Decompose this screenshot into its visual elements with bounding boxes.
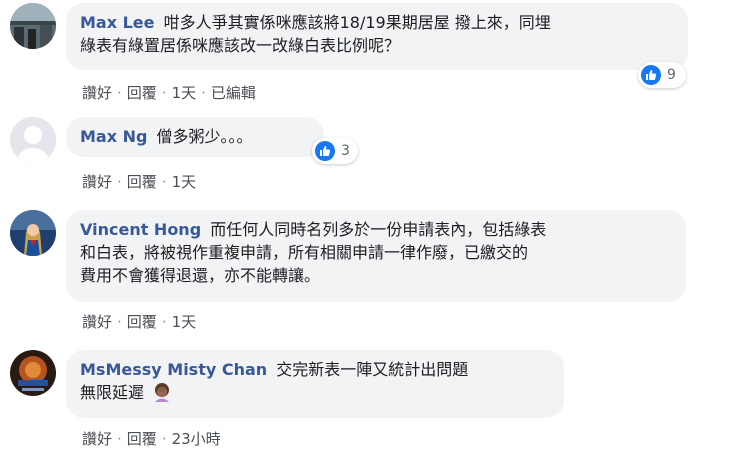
timestamp[interactable]: 1天	[172, 173, 197, 191]
avatar[interactable]	[10, 3, 56, 49]
reply-link[interactable]: 回覆	[127, 430, 157, 448]
reaction-count[interactable]: 9	[638, 62, 686, 88]
separator: ·	[161, 173, 167, 191]
comment-text: 綠表有綠置居係咪應該改一改綠白表比例呢？	[80, 36, 401, 55]
reply-link[interactable]: 回覆	[127, 313, 157, 331]
like-link[interactable]: 讚好	[82, 84, 112, 102]
reaction-number: 3	[341, 143, 350, 159]
comment-actions: 讚好 · 回覆 · 23小時	[82, 428, 221, 449]
comment-text: 僧多粥少。。。	[156, 127, 253, 146]
comment: Vincent Hong 而任何人同時名列多於一份申請表內，包括綠表 和白表，將…	[0, 210, 737, 335]
separator: ·	[117, 430, 122, 448]
comment-bubble: MsMessy Misty Chan 交完新表一陣又統計出問題 無限延遲	[66, 350, 564, 418]
timestamp[interactable]: 1天	[172, 313, 197, 331]
reaction-number: 9	[667, 67, 676, 83]
comment-text: 而任何人同時名列多於一份申請表內，包括綠表	[210, 220, 547, 239]
comment-author[interactable]: Vincent Hong	[80, 220, 201, 239]
like-icon	[315, 141, 335, 161]
separator: ·	[117, 173, 122, 191]
avatar[interactable]	[10, 117, 56, 163]
separator: ·	[201, 84, 206, 102]
comment-text: 和白表，將被視作重複申請，所有相關申請一律作廢，已繳交的	[80, 243, 529, 262]
separator: ·	[117, 84, 122, 102]
like-link[interactable]: 讚好	[82, 173, 112, 191]
like-link[interactable]: 讚好	[82, 430, 112, 448]
comment-actions: 讚好 · 回覆 · 1天 · 已編輯	[82, 82, 256, 103]
reply-link[interactable]: 回覆	[127, 173, 157, 191]
avatar[interactable]	[10, 210, 56, 256]
comment-actions: 讚好 · 回覆 · 1天	[82, 311, 196, 332]
timestamp[interactable]: 23小時	[172, 430, 221, 448]
separator: ·	[161, 84, 167, 102]
timestamp[interactable]: 1天	[172, 84, 197, 102]
default-avatar-icon	[10, 117, 56, 163]
comment-actions: 讚好 · 回覆 · 1天	[82, 171, 196, 192]
avatar[interactable]	[10, 350, 56, 396]
separator: ·	[161, 313, 167, 331]
like-link[interactable]: 讚好	[82, 313, 112, 331]
comment-author[interactable]: Max Ng	[80, 127, 147, 146]
comment-text: 咁多人爭其實係咪應該將18/19果期居屋 撥上來，同埋	[163, 13, 551, 32]
comment-author[interactable]: MsMessy Misty Chan	[80, 360, 267, 379]
edited-label[interactable]: 已編輯	[211, 84, 256, 102]
comment-author[interactable]: Max Lee	[80, 13, 155, 32]
comment-bubble: Vincent Hong 而任何人同時名列多於一份申請表內，包括綠表 和白表，將…	[66, 210, 686, 302]
separator: ·	[161, 430, 167, 448]
reply-link[interactable]: 回覆	[127, 84, 157, 102]
comment: MsMessy Misty Chan 交完新表一陣又統計出問題 無限延遲 讚好 ·…	[0, 350, 737, 455]
comment-text: 費用不會獲得退還，亦不能轉讓。	[80, 266, 321, 285]
comment: Max Lee 咁多人爭其實係咪應該將18/19果期居屋 撥上來，同埋 綠表有綠…	[0, 3, 737, 103]
like-icon	[641, 65, 661, 85]
comment-text: 交完新表一陣又統計出問題	[276, 360, 469, 379]
comment: Max Ng 僧多粥少。。。 3 讚好 · 回覆 · 1天	[0, 117, 737, 197]
reaction-count[interactable]: 3	[312, 138, 358, 164]
facepalm-emoji	[152, 382, 172, 402]
separator: ·	[117, 313, 122, 331]
comment-bubble: Max Lee 咁多人爭其實係咪應該將18/19果期居屋 撥上來，同埋 綠表有綠…	[66, 3, 688, 70]
comment-text: 無限延遲	[80, 383, 145, 402]
comment-bubble: Max Ng 僧多粥少。。。	[66, 117, 324, 157]
